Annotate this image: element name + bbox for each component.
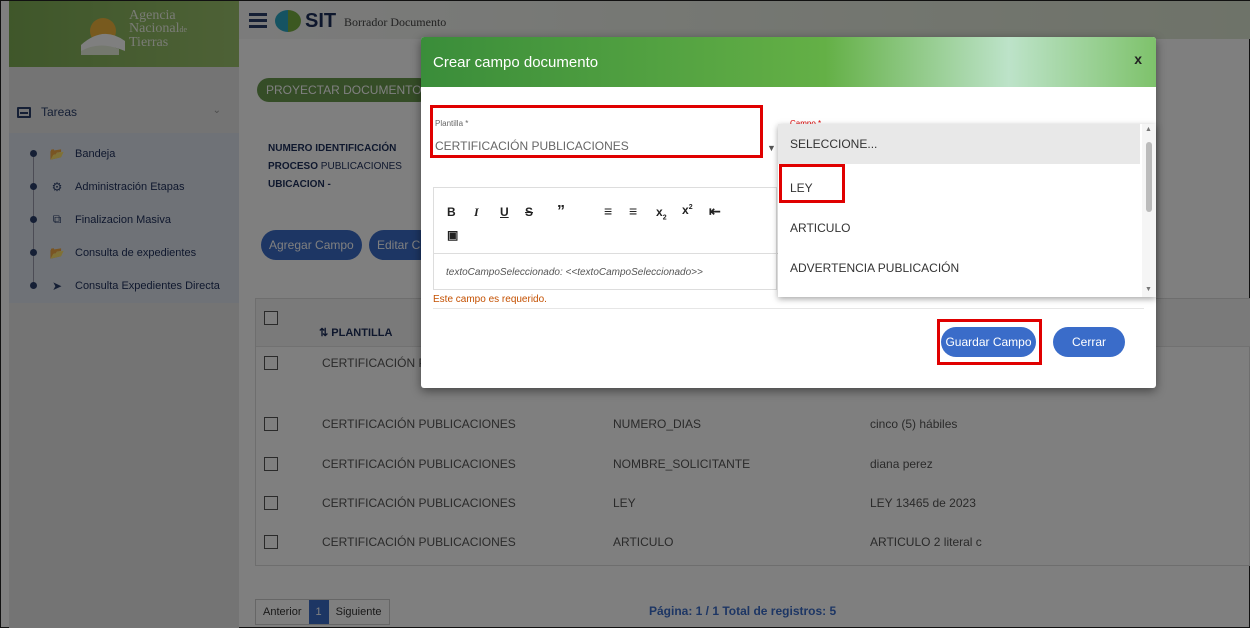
underline-icon[interactable]: U xyxy=(500,205,509,219)
close-icon[interactable]: x xyxy=(1134,51,1142,67)
campo-option[interactable]: ADVERTENCIA PUBLICACIÓN xyxy=(778,248,1140,288)
ordered-list-icon[interactable]: ≡ xyxy=(604,203,612,219)
caret-down-icon: ▼ xyxy=(767,143,776,153)
editor-content[interactable]: textoCampoSeleccionado: <<textoCampoSele… xyxy=(446,267,703,278)
subscript-icon[interactable]: x2 xyxy=(656,205,667,221)
scroll-thumb[interactable] xyxy=(1146,142,1152,212)
dialog-title: Crear campo documento xyxy=(433,54,599,71)
image-icon[interactable]: ▣ xyxy=(447,228,458,242)
rich-text-editor: B I U S ” ≡ ≡ x2 x2 ⇤ ▣ textoCampoSelecc… xyxy=(433,187,778,290)
scroll-down-icon[interactable]: ▼ xyxy=(1145,286,1152,293)
indent-icon[interactable]: ⇤ xyxy=(709,203,721,220)
superscript-icon[interactable]: x2 xyxy=(682,203,693,217)
plantilla-label: Plantilla * xyxy=(435,119,469,128)
editor-toolbar: B I U S ” ≡ ≡ x2 x2 ⇤ ▣ xyxy=(434,188,778,254)
plantilla-value: CERTIFICACIÓN PUBLICACIONES xyxy=(435,139,629,153)
required-error: Este campo es requerido. xyxy=(433,294,547,305)
save-field-button[interactable]: Guardar Campo xyxy=(941,327,1036,357)
dropdown-scrollbar[interactable]: ▲ ▼ xyxy=(1142,124,1156,297)
campo-dropdown-list: SELECCIONE... LEY ARTICULO ADVERTENCIA P… xyxy=(778,124,1156,297)
bullet-list-icon[interactable]: ≡ xyxy=(629,203,637,219)
dialog-header: Crear campo documento x xyxy=(421,37,1156,87)
quote-icon[interactable]: ” xyxy=(557,203,565,221)
dialog-divider xyxy=(433,308,1144,309)
bold-icon[interactable]: B xyxy=(447,205,456,219)
scroll-up-icon[interactable]: ▲ xyxy=(1145,126,1152,133)
campo-option[interactable]: LEY xyxy=(778,168,1140,208)
strikethrough-icon[interactable]: S xyxy=(525,205,533,219)
plantilla-select[interactable]: Plantilla * CERTIFICACIÓN PUBLICACIONES xyxy=(435,111,757,159)
italic-icon[interactable]: I xyxy=(474,205,479,220)
close-button[interactable]: Cerrar xyxy=(1053,327,1125,357)
campo-option[interactable]: ARTICULO xyxy=(778,208,1140,248)
campo-option[interactable]: SELECCIONE... xyxy=(778,124,1140,164)
